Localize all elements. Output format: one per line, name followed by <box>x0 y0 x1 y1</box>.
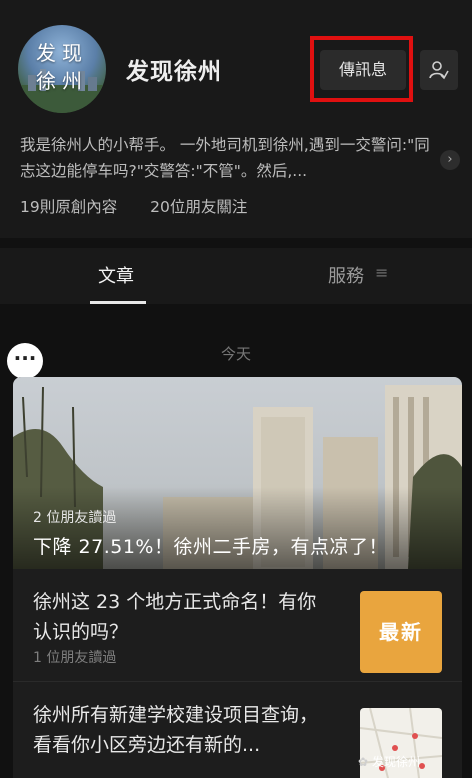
article-friends-read: 1 位朋友讀過 <box>33 650 117 666</box>
article-title: 徐州所有新建学校建设项目查询，看看你小区旁边还有新的... <box>33 704 319 756</box>
tab-articles[interactable]: 文章 <box>98 262 134 288</box>
more-icon[interactable]: ··· <box>7 343 43 379</box>
menu-lines-icon: ≡ <box>375 263 389 282</box>
account-avatar[interactable]: 发现 徐州 <box>18 25 106 113</box>
account-stats: 19則原創內容 20位朋友關注 <box>20 195 275 217</box>
account-name: 发现徐州 <box>126 59 222 85</box>
newest-badge: 最新 <box>360 591 442 673</box>
follow-button[interactable] <box>420 50 458 90</box>
article-item[interactable]: 徐州这 23 个地方正式命名！有你认识的吗？ 1 位朋友讀過 最新 <box>13 569 462 682</box>
highlight-annotation-box <box>310 36 413 102</box>
stats-posts: 19則原創內容 <box>20 198 118 216</box>
tab-services[interactable]: 服務 <box>328 262 364 288</box>
date-label: 今天 <box>220 345 251 363</box>
source-watermark: ✿ 发现徐州 <box>358 751 468 773</box>
tab-bar: 文章 服務 ≡ <box>0 248 472 304</box>
article-card: 2 位朋友讀過 下降 27.51%！徐州二手房，有点凉了！ 徐州这 23 个地方… <box>13 377 462 778</box>
featured-title: 下降 27.51%！徐州二手房，有点凉了！ <box>33 536 388 558</box>
wechat-icon: ✿ <box>358 755 369 769</box>
avatar-text: 发现 徐州 <box>36 41 88 93</box>
profile-header: 发现 徐州 发现徐州 傳訊息 我是徐州人的小帮手。 一外地司机到徐州,遇到一交警… <box>0 0 472 238</box>
article-title: 徐州这 23 个地方正式命名！有你认识的吗？ <box>33 591 317 643</box>
stats-friends[interactable]: 20位朋友關注 <box>150 198 247 216</box>
chevron-right-icon[interactable]: › <box>440 150 460 170</box>
account-description[interactable]: 我是徐州人的小帮手。 一外地司机到徐州,遇到一交警问:"同志这边能停车吗?"交警… <box>20 132 432 184</box>
follow-icon <box>429 61 449 80</box>
featured-article[interactable]: 2 位朋友讀過 下降 27.51%！徐州二手房，有点凉了！ <box>13 377 462 569</box>
featured-friends-read: 2 位朋友讀過 <box>33 510 117 526</box>
active-tab-indicator <box>90 301 146 304</box>
